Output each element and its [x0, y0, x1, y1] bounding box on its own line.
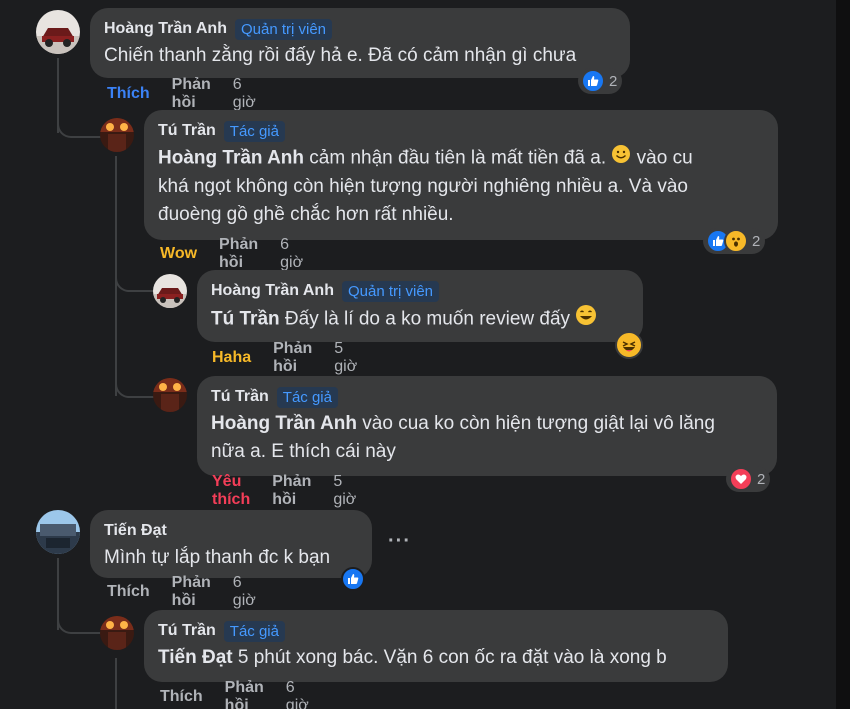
reply-button[interactable]: Phản hồi — [272, 473, 311, 509]
author-badge: Tác giả — [223, 120, 285, 142]
wow-icon — [724, 229, 748, 253]
wow-reaction-button[interactable]: Wow — [160, 245, 197, 263]
reply-button[interactable]: Phản hồi — [172, 76, 211, 112]
comment-bubble: Tiến Đạt Mình tự lắp thanh đc k bạn — [90, 510, 372, 578]
comment-actions: Thích Phản hồi 6 giờ — [160, 679, 331, 709]
avatar[interactable] — [100, 616, 134, 650]
love-icon — [729, 467, 753, 491]
reaction-summary[interactable]: 2 — [726, 466, 771, 492]
author-name[interactable]: Tiến Đạt — [104, 522, 167, 540]
grin-emoji-icon — [575, 304, 597, 335]
avatar[interactable] — [153, 378, 187, 412]
comment-text: Hoàng Trần Anh vào cua ko còn hiện tượng… — [211, 413, 715, 462]
timestamp[interactable]: 6 giờ — [233, 76, 256, 112]
comment-bubble: Tú Trần Tác giả Hoàng Trần Anh vào cua k… — [197, 376, 777, 476]
comment-actions: Thích Phản hồi 6 giờ — [107, 574, 278, 609]
comment-bubble: Tú Trần Tác giả Hoàng Trần Anh cảm nhận … — [144, 110, 778, 240]
avatar[interactable] — [36, 510, 80, 554]
reaction-summary[interactable]: 2 — [703, 228, 766, 254]
reaction-summary[interactable] — [338, 566, 370, 592]
author-badge: Tác giả — [276, 386, 338, 408]
reply-button[interactable]: Phản hồi — [273, 340, 312, 376]
thread-connector — [115, 356, 155, 398]
reaction-count: 2 — [609, 72, 618, 90]
haha-reaction-button[interactable]: Haha — [212, 349, 251, 367]
comment-actions: Haha Phản hồi 5 giờ — [212, 340, 379, 375]
like-icon — [581, 69, 605, 93]
comment-text: Mình tự lắp thanh đc k bạn — [104, 547, 331, 568]
love-reaction-button[interactable]: Yêu thích — [212, 473, 250, 509]
timestamp[interactable]: 5 giờ — [334, 340, 357, 376]
smile-emoji-icon — [611, 144, 631, 173]
admin-badge: Quản trị viên — [341, 280, 440, 302]
timestamp[interactable]: 6 giờ — [233, 574, 256, 610]
comment-text: Tú Trần Đấy là lí do a ko muốn review đấ… — [211, 304, 629, 335]
like-icon — [341, 567, 365, 591]
comment-text: Chiến thanh zằng rồi đấy hả e. Đã có cảm… — [104, 45, 577, 66]
mention-link[interactable]: Tú Trần — [211, 309, 280, 330]
avatar[interactable] — [36, 10, 80, 54]
timestamp[interactable]: 6 giờ — [286, 679, 309, 709]
comment-bubble: Hoàng Trần Anh Quản trị viên Chiến thanh… — [90, 8, 630, 78]
author-badge: Tác giả — [223, 620, 285, 642]
scrollbar[interactable] — [836, 0, 850, 709]
reaction-count: 2 — [757, 470, 766, 488]
reply-button[interactable]: Phản hồi — [172, 574, 211, 610]
avatar[interactable] — [153, 274, 187, 308]
mention-link[interactable]: Hoàng Trần Anh — [158, 148, 304, 169]
like-button[interactable]: Thích — [107, 583, 150, 601]
avatar[interactable] — [100, 118, 134, 152]
comment-text: Tiến Đạt 5 phút xong bác. Vặn 6 con ốc r… — [158, 647, 667, 668]
reaction-count: 2 — [752, 232, 761, 250]
author-name[interactable]: Tú Trần — [158, 622, 216, 640]
comment-actions: Yêu thích Phản hồi 5 giờ — [212, 473, 378, 508]
haha-icon — [615, 331, 643, 359]
reply-button[interactable]: Phản hồi — [225, 679, 264, 709]
mention-link[interactable]: Hoàng Trần Anh — [211, 413, 357, 434]
author-name[interactable]: Hoàng Trần Anh — [104, 20, 227, 38]
timestamp[interactable]: 5 giờ — [333, 473, 356, 509]
timestamp[interactable]: 6 giờ — [280, 236, 303, 272]
author-name[interactable]: Hoàng Trần Anh — [211, 282, 334, 300]
comment-text: Hoàng Trần Anh cảm nhận đầu tiên là mất … — [158, 144, 764, 229]
comment-actions: Thích Phản hồi 6 giờ — [107, 76, 278, 111]
reaction-summary[interactable]: 2 — [578, 68, 623, 94]
author-name[interactable]: Tú Trần — [158, 122, 216, 140]
thread-line — [115, 658, 117, 709]
more-options-icon[interactable]: ··· — [388, 530, 411, 553]
comment-thread: Hoàng Trần Anh Quản trị viên Chiến thanh… — [0, 0, 850, 709]
reply-button[interactable]: Phản hồi — [219, 236, 258, 272]
thread-connector — [115, 250, 155, 292]
like-button[interactable]: Thích — [107, 85, 150, 103]
comment-bubble: Hoàng Trần Anh Quản trị viên Tú Trần Đấy… — [197, 270, 643, 342]
admin-badge: Quản trị viên — [234, 18, 333, 40]
reaction-summary[interactable] — [612, 331, 648, 359]
comment-bubble: Tú Trần Tác giả Tiến Đạt 5 phút xong bác… — [144, 610, 728, 682]
mention-link[interactable]: Tiến Đạt — [158, 647, 233, 668]
comment-actions: Wow Phản hồi 6 giờ — [160, 236, 325, 271]
author-name[interactable]: Tú Trần — [211, 388, 269, 406]
like-button[interactable]: Thích — [160, 688, 203, 706]
